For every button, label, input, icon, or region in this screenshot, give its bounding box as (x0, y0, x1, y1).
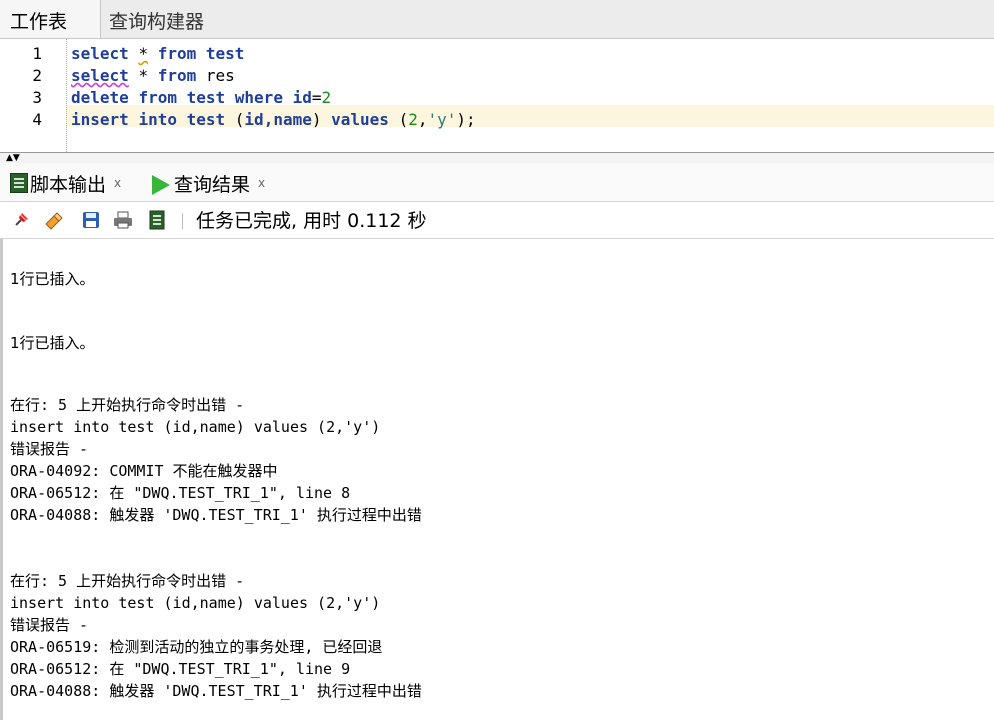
output-line: insert into test (id,name) values (2,'y'… (10, 594, 381, 612)
eraser-icon[interactable] (42, 209, 64, 231)
output-line: 错误报告 - (10, 440, 89, 458)
tab-label: 查询结果 (174, 174, 251, 196)
number-literal: 2 (321, 88, 332, 107)
keyword: where (234, 88, 283, 107)
keyword: select (71, 66, 129, 85)
splitter-arrows-icon[interactable]: ▲▼ (6, 153, 20, 163)
string-literal: 'y' (427, 110, 457, 129)
script-icon[interactable] (146, 209, 168, 231)
print-icon[interactable] (112, 209, 134, 231)
keyword: from (157, 66, 197, 85)
line-number: 2 (32, 66, 42, 85)
comma: , (417, 110, 428, 129)
keyword: from (157, 44, 197, 63)
tab-query-result[interactable]: 查询结果 x (152, 163, 265, 201)
code-line-2[interactable]: select * from res (71, 65, 235, 87)
output-tab-bar: 脚本输出 x 查询结果 x (0, 163, 994, 202)
keyword: into (138, 110, 177, 129)
output-line: 在行: 5 上开始执行命令时出错 - (10, 572, 245, 590)
code-line-4[interactable]: insert into test (id,name) values (2,'y'… (71, 109, 476, 131)
column-name: id (292, 88, 312, 107)
code-line-3[interactable]: delete from test where id=2 (71, 87, 331, 109)
toolbar-separator (182, 213, 183, 229)
wildcard: * (138, 44, 149, 63)
number-literal: 2 (408, 110, 418, 129)
keyword: select (71, 44, 129, 63)
keyword: insert (71, 110, 129, 129)
table-name: test (186, 88, 226, 107)
keyword: values (331, 110, 389, 129)
column-list: id,name (244, 110, 312, 129)
table-name: test (186, 110, 226, 129)
tab-script-output[interactable]: 脚本输出 x (10, 163, 121, 201)
close-icon[interactable]: x (258, 176, 265, 190)
worksheet-tab-bar: 工作表 查询构建器 (0, 0, 994, 39)
line-number: 4 (32, 110, 42, 129)
wildcard: * (138, 66, 149, 85)
paren: ( (234, 110, 245, 129)
keyword: delete (71, 88, 129, 107)
output-line: 在行: 5 上开始执行命令时出错 - (10, 396, 245, 414)
table-name: res (205, 66, 235, 85)
output-line: ORA-06512: 在 "DWQ.TEST_TRI_1", line 8 (10, 484, 351, 502)
task-status-text: 任务已完成, 用时 0.112 秒 (196, 210, 427, 232)
pin-icon[interactable] (10, 209, 32, 231)
output-line: ORA-06512: 在 "DWQ.TEST_TRI_1", line 9 (10, 660, 351, 678)
tab-worksheet[interactable]: 工作表 (0, 0, 101, 38)
table-name: test (205, 44, 245, 63)
output-line: 1行已插入。 (10, 270, 95, 288)
keyword: from (138, 88, 177, 107)
output-line: ORA-06519: 检测到活动的独立的事务处理, 已经回退 (10, 638, 383, 656)
statement-end: ); (456, 110, 476, 129)
gutter-divider (66, 39, 67, 152)
tab-label: 脚本输出 (30, 174, 107, 196)
operator: = (311, 88, 322, 107)
script-output-icon (10, 173, 28, 193)
save-icon[interactable] (80, 209, 102, 231)
close-icon[interactable]: x (114, 176, 121, 190)
output-toolbar: 任务已完成, 用时 0.112 秒 (0, 202, 994, 239)
code-line-1[interactable]: select * from test (71, 43, 244, 65)
output-line: 错误报告 - (10, 616, 89, 634)
output-line: insert into test (id,name) values (2,'y'… (10, 418, 381, 436)
output-line: ORA-04088: 触发器 'DWQ.TEST_TRI_1' 执行过程中出错 (10, 682, 422, 700)
run-icon (152, 175, 170, 195)
output-line: ORA-04088: 触发器 'DWQ.TEST_TRI_1' 执行过程中出错 (10, 506, 422, 524)
sql-editor[interactable]: 1 2 3 4 select * from test select * from… (0, 39, 994, 152)
line-number: 1 (32, 44, 42, 63)
line-number: 3 (32, 88, 42, 107)
output-line: 1行已插入。 (10, 334, 95, 352)
paren: ( (398, 110, 409, 129)
tab-query-builder[interactable]: 查询构建器 (101, 0, 214, 38)
output-line: ORA-04092: COMMIT 不能在触发器中 (10, 462, 278, 480)
script-output-panel[interactable]: 1行已插入。 1行已插入。 在行: 5 上开始执行命令时出错 - insert … (0, 239, 994, 720)
paren: ) (311, 110, 322, 129)
